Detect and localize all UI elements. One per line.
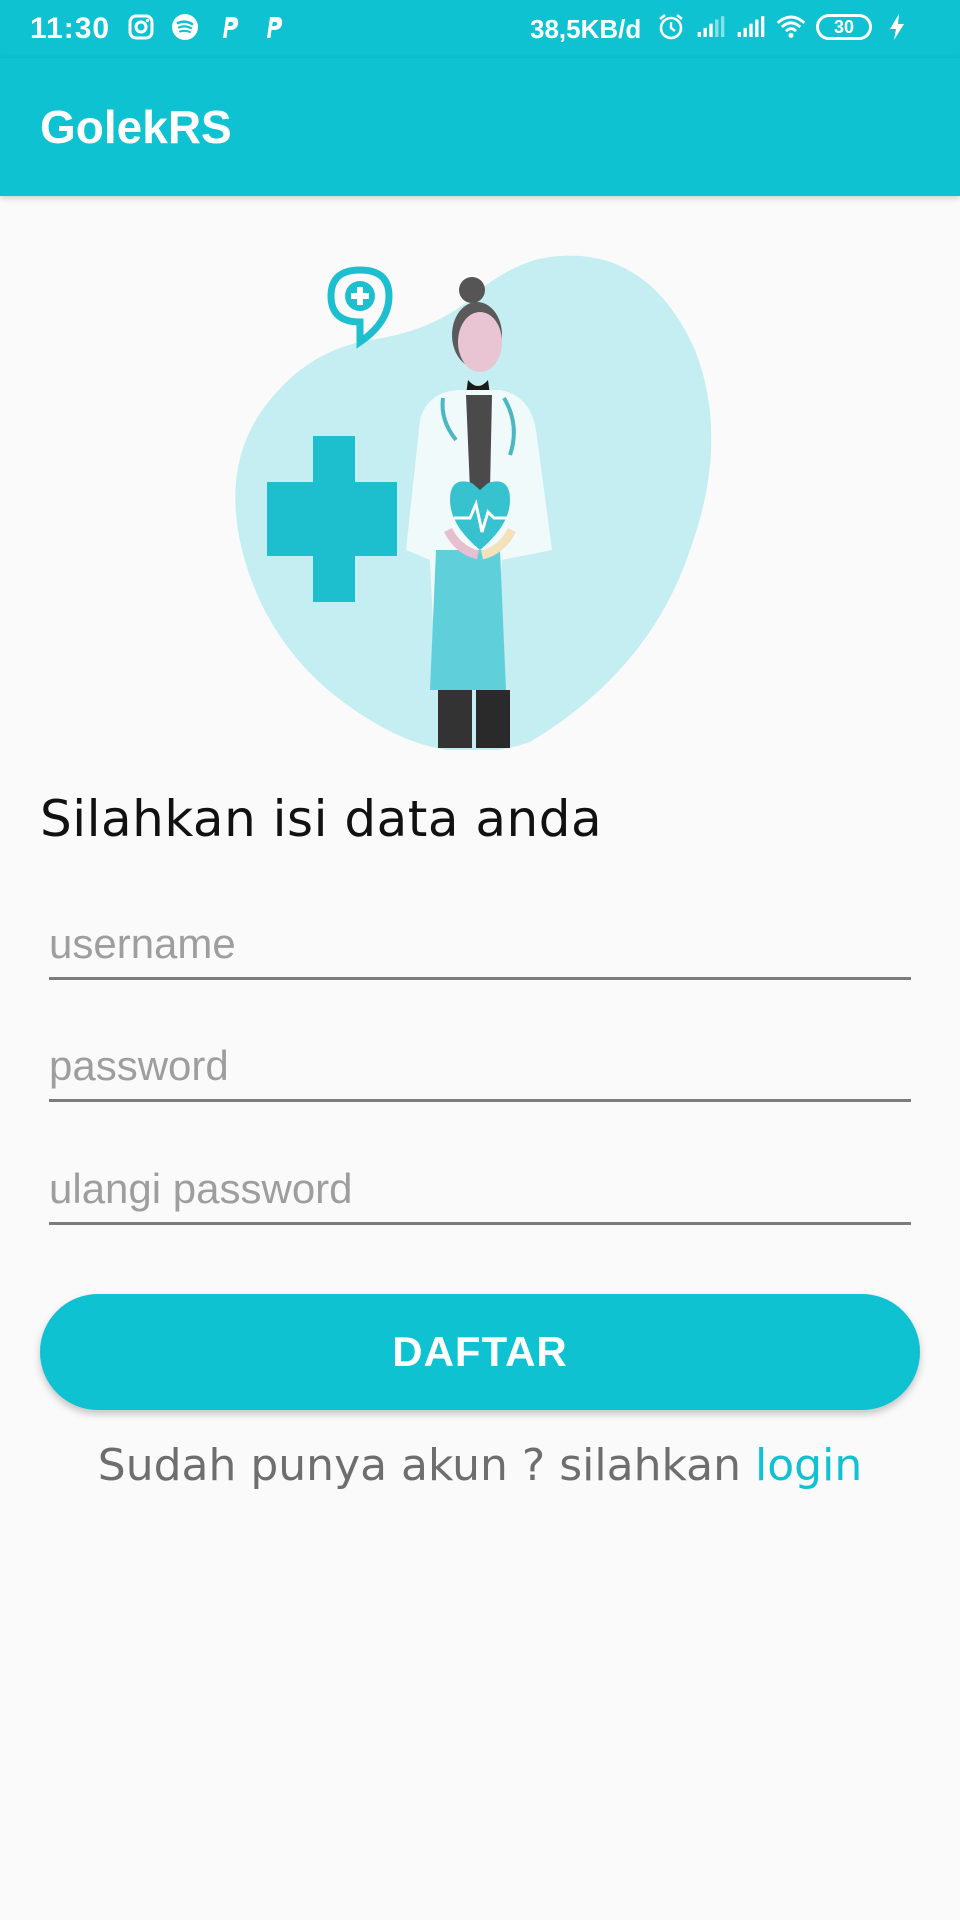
signal-icon — [696, 12, 726, 42]
network-speed: 38,5KB/d — [530, 14, 642, 44]
battery-indicator: 30 — [816, 14, 872, 40]
instagram-icon — [126, 12, 156, 42]
username-field-container — [49, 910, 911, 980]
login-prompt-text: Sudah punya akun ? silahkan — [97, 1440, 756, 1491]
status-bar: 11:30 38,5KB/d 30 — [0, 0, 960, 58]
status-left-icons — [126, 12, 288, 42]
form-prompt: Silahkan isi data anda — [40, 790, 603, 848]
wifi-icon — [776, 12, 806, 42]
p-app-icon — [258, 12, 288, 42]
location-pin-icon — [327, 266, 393, 349]
status-time: 11:30 — [30, 12, 111, 45]
login-link[interactable]: login — [755, 1440, 862, 1491]
charging-icon — [882, 12, 912, 42]
password-field-container — [49, 1032, 911, 1102]
password-input[interactable] — [49, 1032, 911, 1099]
spotify-icon — [170, 12, 200, 42]
doctor-illustration — [230, 250, 730, 753]
app-title: GolekRS — [40, 101, 232, 153]
username-input[interactable] — [49, 910, 911, 977]
alarm-icon — [656, 12, 686, 42]
repeat-password-input[interactable] — [49, 1155, 911, 1222]
p-app-icon — [214, 12, 244, 42]
repeat-password-field-container — [49, 1155, 911, 1225]
register-button[interactable]: DAFTAR — [40, 1294, 920, 1410]
battery-level: 30 — [833, 16, 855, 37]
signal-icon — [736, 12, 766, 42]
status-right-icons: 30 — [656, 12, 912, 42]
app-bar: GolekRS — [0, 58, 960, 196]
login-prompt: Sudah punya akun ? silahkan login — [0, 1440, 960, 1491]
